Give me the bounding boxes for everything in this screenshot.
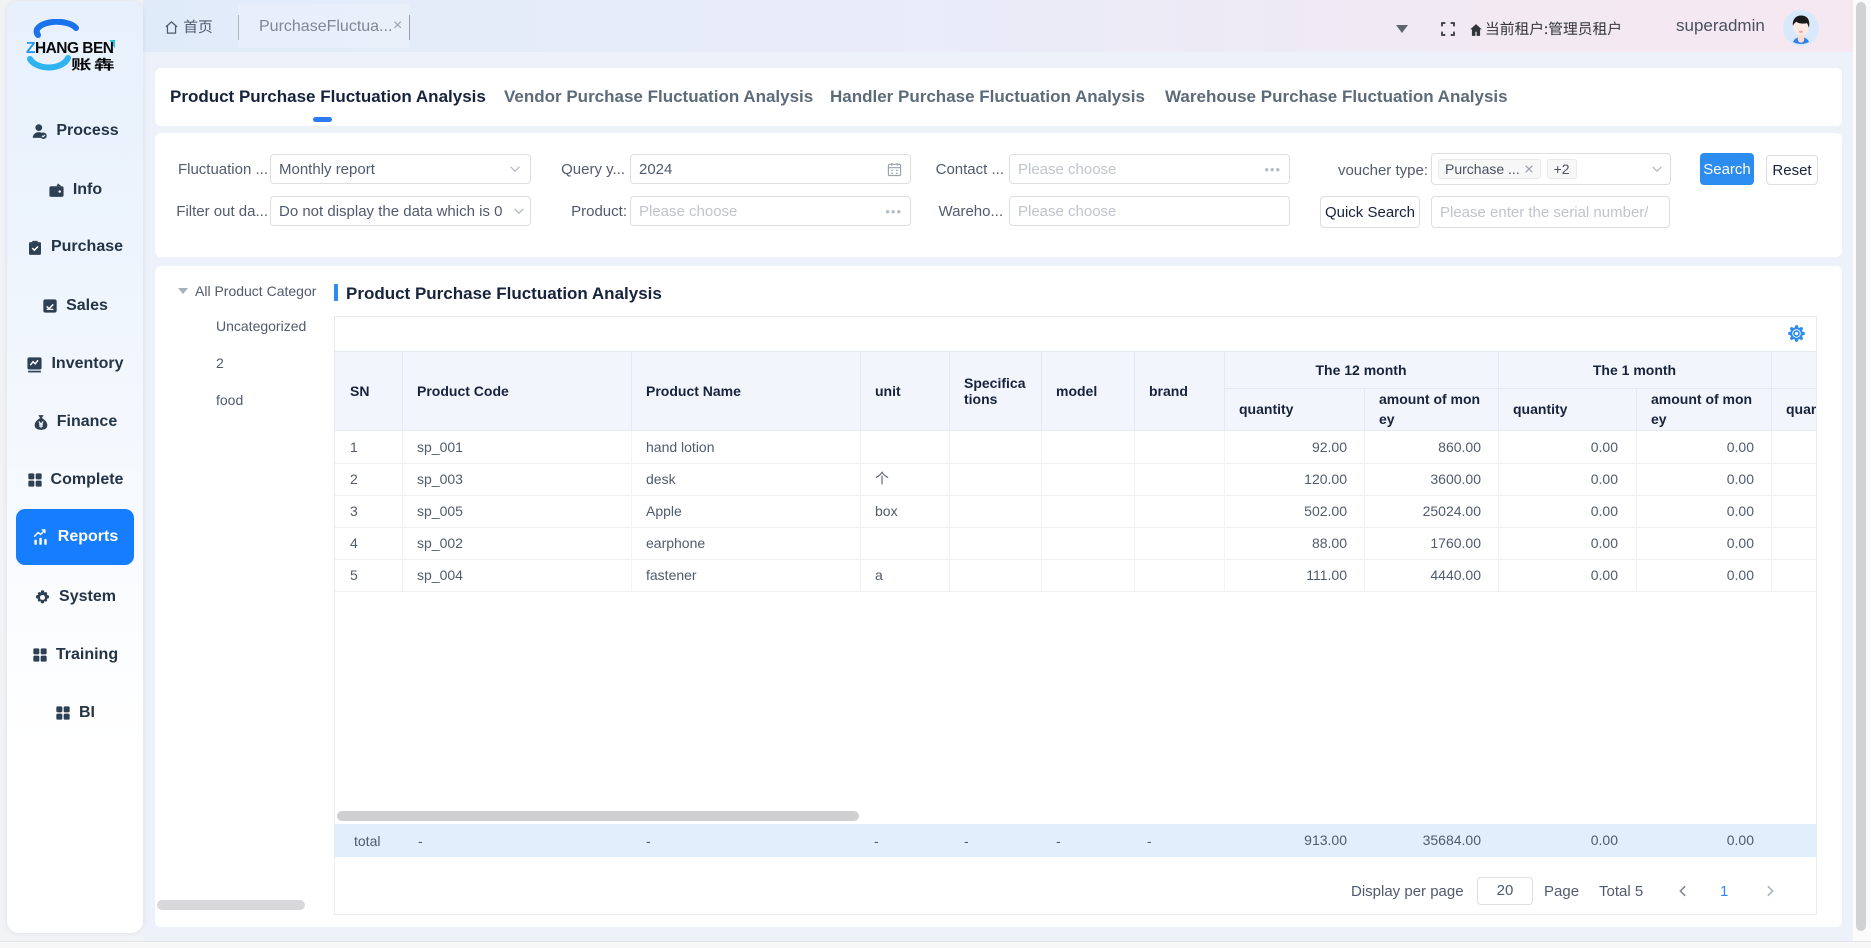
svg-text:ZHANG BEN: ZHANG BEN [26,40,114,57]
